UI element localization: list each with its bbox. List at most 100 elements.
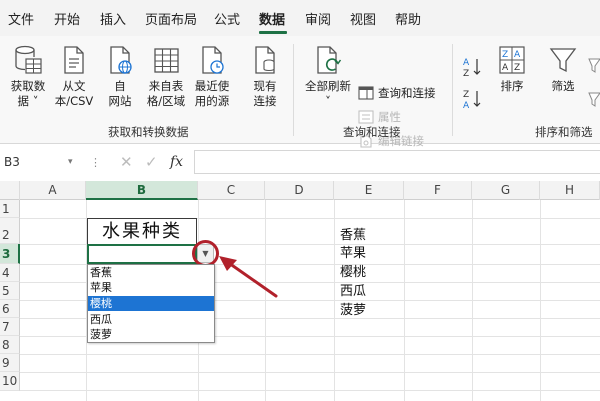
from-text-label-1: 从文 xyxy=(62,79,86,93)
recent-sources-label-2: 用的源 xyxy=(194,94,230,108)
cell-e6[interactable]: 菠萝 xyxy=(340,302,404,320)
gridline xyxy=(20,354,600,355)
svg-text:A: A xyxy=(514,50,521,60)
row-header[interactable]: 3 xyxy=(0,244,20,264)
reapply-filter-icon xyxy=(588,92,600,107)
tab-data[interactable]: 数据 xyxy=(259,12,285,30)
tab-page-layout[interactable]: 页面布局 xyxy=(145,12,197,30)
svg-text:Z: Z xyxy=(463,90,469,100)
svg-text:A: A xyxy=(463,101,470,110)
tab-review[interactable]: 审阅 xyxy=(305,12,331,30)
get-data-label-1: 获取数 xyxy=(10,79,46,93)
existing-connection-icon xyxy=(255,46,275,74)
text-file-icon xyxy=(64,46,84,74)
refresh-all-button[interactable]: 全部刷新 ˅ xyxy=(302,44,354,109)
properties-icon xyxy=(358,110,374,124)
tab-view[interactable]: 视图 xyxy=(350,12,376,30)
dropdown-option-selected[interactable]: 樱桃 xyxy=(88,296,214,311)
existing-connections-label-1: 现有 xyxy=(253,79,277,93)
row-header[interactable]: 5 xyxy=(0,282,20,300)
cancel-icon[interactable]: ✕ xyxy=(120,153,133,172)
clear-filter-button[interactable] xyxy=(588,56,600,78)
sort-filter-group-label: 排序和筛选 xyxy=(535,125,593,139)
column-header[interactable]: E xyxy=(334,181,404,200)
sort-button[interactable]: Z A A Z 排序 xyxy=(490,44,534,94)
column-header[interactable]: F xyxy=(404,181,472,200)
row-header[interactable]: 4 xyxy=(0,264,20,282)
dropdown-option[interactable]: 苹果 xyxy=(88,280,214,295)
row-header[interactable]: 8 xyxy=(0,336,20,354)
formula-input[interactable] xyxy=(194,150,600,174)
sort-descending-icon: Z A xyxy=(463,90,481,110)
queries-connections-button[interactable]: 查询和连接 xyxy=(358,84,436,102)
svg-text:A: A xyxy=(463,58,470,68)
existing-connections-button[interactable]: 现有 连接 xyxy=(243,44,287,109)
cell-e3[interactable]: 苹果 xyxy=(340,245,404,263)
formula-bar: B3 ▾ ⋮ ✕ ✓ fx xyxy=(0,148,600,176)
sort-descending-button[interactable]: Z A xyxy=(462,88,484,110)
column-header[interactable]: H xyxy=(540,181,600,200)
column-header[interactable]: D xyxy=(265,181,334,200)
cell-e4[interactable]: 樱桃 xyxy=(340,264,404,282)
tab-insert[interactable]: 插入 xyxy=(100,12,126,30)
recent-sources-button[interactable]: 最近使 用的源 xyxy=(190,44,234,109)
from-text-csv-button[interactable]: 从文 本/CSV xyxy=(52,44,96,109)
sort-ascending-icon: A Z xyxy=(463,58,481,78)
gridline xyxy=(20,372,600,373)
get-data-button[interactable]: 获取数 据 ˅ xyxy=(6,44,50,109)
web-page-icon xyxy=(110,46,132,74)
clear-filter-icon xyxy=(588,58,600,73)
name-box[interactable]: B3 xyxy=(2,152,66,173)
cell-e2[interactable]: 香蕉 xyxy=(340,227,404,245)
dropdown-option[interactable]: 西瓜 xyxy=(88,312,214,327)
dropdown-option[interactable]: 香蕉 xyxy=(88,265,214,280)
refresh-all-label: 全部刷新 xyxy=(305,79,351,93)
table-icon xyxy=(154,48,179,73)
filter-button[interactable]: 筛选 xyxy=(541,44,585,94)
cell-e5[interactable]: 西瓜 xyxy=(340,283,404,301)
svg-text:Z: Z xyxy=(463,69,469,78)
active-tab-indicator xyxy=(259,31,287,34)
reapply-filter-button[interactable] xyxy=(588,90,600,112)
tab-home[interactable]: 开始 xyxy=(54,12,80,30)
name-box-dropdown-icon[interactable]: ▾ xyxy=(68,152,80,173)
row-header[interactable]: 7 xyxy=(0,318,20,336)
ribbon-separator xyxy=(293,44,294,136)
svg-text:A: A xyxy=(502,63,509,73)
tab-file[interactable]: 文件 xyxy=(8,12,34,30)
tab-help[interactable]: 帮助 xyxy=(395,12,421,30)
sort-ascending-button[interactable]: A Z xyxy=(462,56,484,78)
refresh-document-icon xyxy=(317,46,342,74)
formula-bar-grip-icon[interactable]: ⋮ xyxy=(90,152,101,173)
from-web-button[interactable]: 自 网站 xyxy=(98,44,142,109)
row-header[interactable]: 6 xyxy=(0,300,20,318)
column-header[interactable]: B xyxy=(86,181,198,200)
enter-icon[interactable]: ✓ xyxy=(145,153,158,172)
get-data-label-2: 据 ˅ xyxy=(17,94,39,108)
column-header[interactable]: G xyxy=(472,181,540,200)
column-header[interactable]: C xyxy=(198,181,265,200)
filter-label: 筛选 xyxy=(551,79,575,93)
dropdown-option[interactable]: 菠萝 xyxy=(88,327,214,342)
svg-text:Z: Z xyxy=(502,50,508,60)
recent-sources-label-1: 最近使 xyxy=(194,79,230,93)
insert-function-button[interactable]: fx xyxy=(170,152,183,173)
get-transform-group-label: 获取和转换数据 xyxy=(108,125,189,139)
column-header[interactable]: A xyxy=(20,181,86,200)
recent-file-clock-icon xyxy=(202,46,224,74)
row-header[interactable]: 2 xyxy=(0,218,20,244)
row-header[interactable]: 9 xyxy=(0,354,20,372)
gridline xyxy=(20,390,600,391)
row-header[interactable]: 1 xyxy=(0,200,20,218)
select-all-corner[interactable] xyxy=(0,181,20,200)
from-table-range-button[interactable]: 来自表 格/区域 xyxy=(144,44,188,109)
database-grid-icon xyxy=(15,45,42,74)
tab-formulas[interactable]: 公式 xyxy=(214,12,240,30)
active-cell-b3[interactable] xyxy=(87,244,197,264)
from-table-label-1: 来自表 xyxy=(148,79,184,93)
svg-text:Z: Z xyxy=(514,63,520,73)
title-cell-b2[interactable]: 水果种类 xyxy=(87,218,197,245)
row-header[interactable]: 10 xyxy=(0,372,20,391)
sort-label: 排序 xyxy=(500,79,524,93)
queries-panel-icon xyxy=(358,86,374,100)
